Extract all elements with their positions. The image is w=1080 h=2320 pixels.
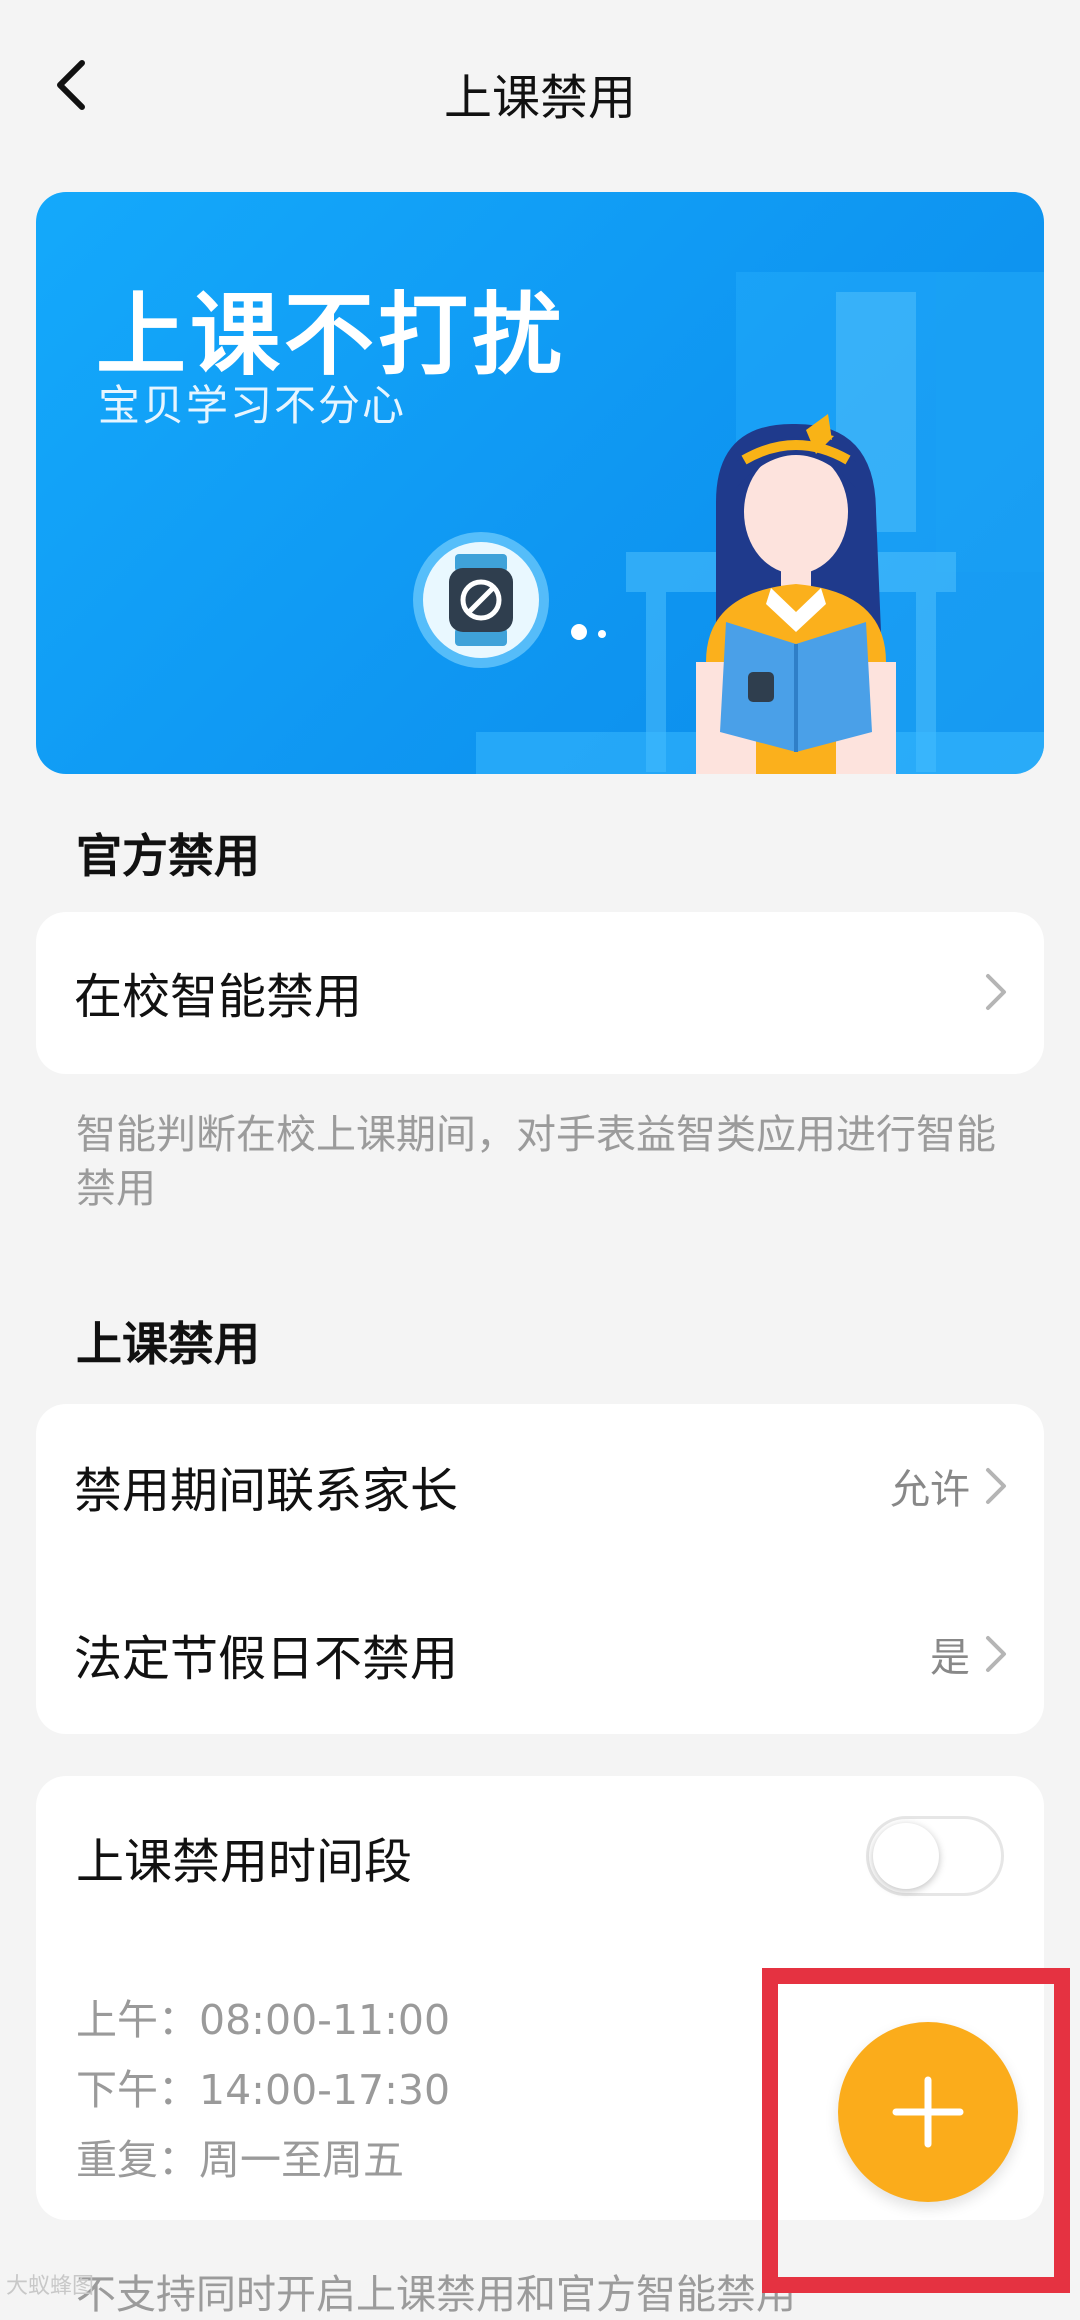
chevron-right-icon: [986, 1636, 1006, 1672]
top-bar: 上课禁用: [0, 0, 1080, 175]
contact-parent-row[interactable]: 禁用期间联系家长 允许: [36, 1426, 1044, 1546]
official-description: 智能判断在校上课期间，对手表益智类应用进行智能禁用: [76, 1112, 996, 1212]
smart-disable-row[interactable]: 在校智能禁用: [36, 932, 1044, 1052]
class-settings-card: 禁用期间联系家长 允许 法定节假日不禁用 是: [36, 1404, 1044, 1734]
period-label: 上课禁用时间段: [76, 1834, 413, 1890]
smart-disable-label: 在校智能禁用: [74, 969, 363, 1025]
chevron-right-icon: [986, 1468, 1006, 1504]
afternoon-time: 下午：14:00-17:30: [76, 2066, 451, 2114]
smart-disable-card[interactable]: 在校智能禁用: [36, 912, 1044, 1074]
section-title-official: 官方禁用: [76, 829, 260, 883]
plus-icon: [892, 2076, 964, 2148]
contact-parent-value: 允许: [890, 1467, 970, 1513]
morning-time: 上午：08:00-11:00: [76, 1996, 451, 2044]
section-title-class: 上课禁用: [76, 1317, 260, 1371]
holiday-label: 法定节假日不禁用: [74, 1631, 459, 1687]
toggle-knob: [873, 1823, 939, 1889]
contact-parent-label: 禁用期间联系家长: [74, 1463, 459, 1519]
footer-note: 不支持同时开启上课禁用和官方智能禁用: [76, 2272, 796, 2318]
holiday-row[interactable]: 法定节假日不禁用 是: [36, 1594, 1044, 1714]
chevron-right-icon: [986, 974, 1006, 1010]
page-title: 上课禁用: [443, 70, 636, 126]
repeat-days: 重复：周一至周五: [76, 2136, 404, 2184]
period-toggle[interactable]: [866, 1816, 1004, 1896]
banner-subtitle: 宝贝学习不分心: [98, 381, 407, 430]
holiday-value: 是: [930, 1635, 970, 1681]
banner: 上课不打扰 宝贝学习不分心: [36, 192, 1044, 774]
watermark: 大蚁蜂图: [6, 2274, 95, 2299]
add-period-button[interactable]: [838, 2022, 1018, 2202]
